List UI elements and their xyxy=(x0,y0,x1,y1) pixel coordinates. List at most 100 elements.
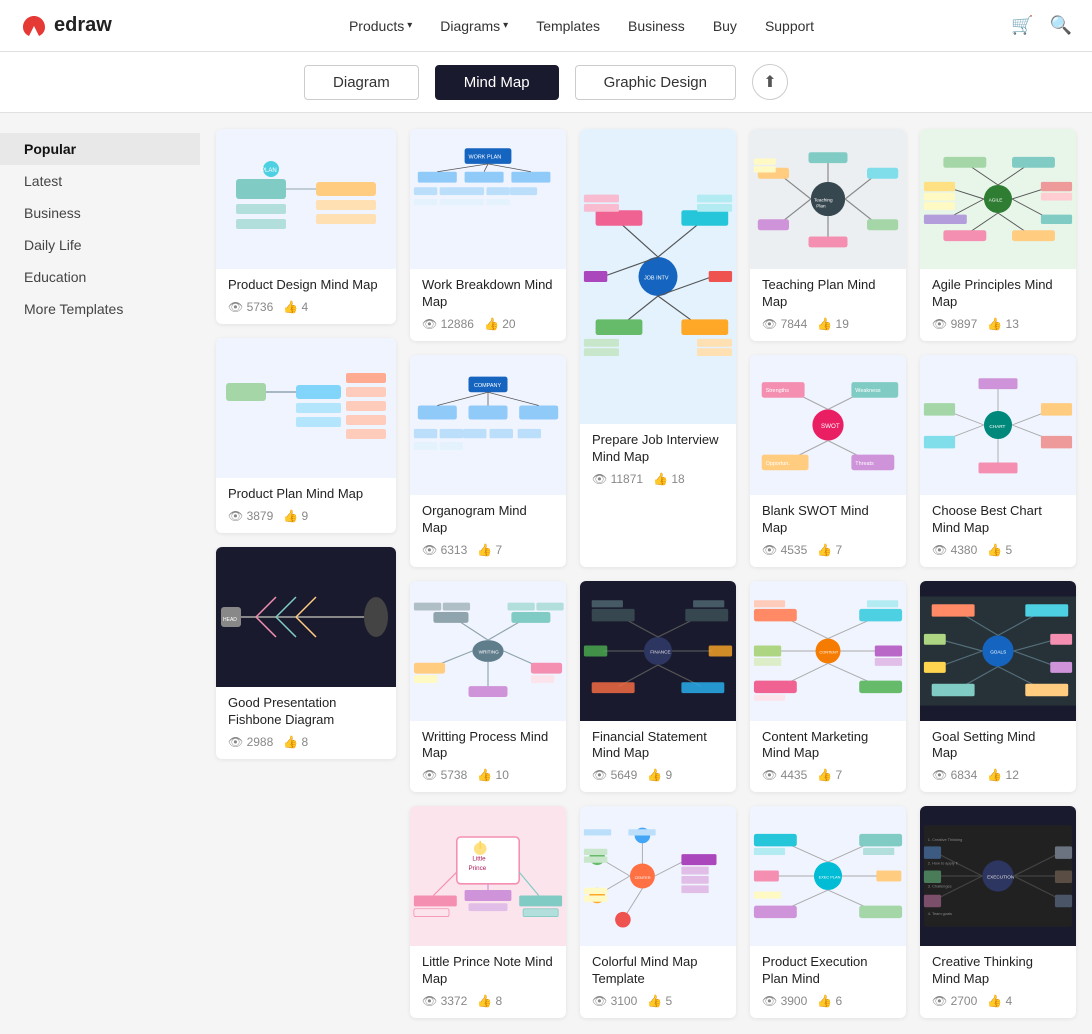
template-product-design[interactable]: PLAN Product Design Mind Map 👁 5736 👍 4 xyxy=(216,129,396,324)
card-info-financial-statement: Financial Statement Mind Map 👁 5649 👍 9 xyxy=(580,721,736,793)
sidebar-item-popular[interactable]: Popular xyxy=(0,133,200,165)
card-meta: 👁 2700 👍 4 xyxy=(932,994,1064,1008)
card-title: Creative Thinking Mind Map xyxy=(932,954,1064,988)
graphic-design-button[interactable]: Graphic Design xyxy=(575,65,736,100)
card-info-content-marketing: Content Marketing Mind Map 👁 4435 👍 7 xyxy=(750,721,906,793)
card-title: Prepare Job Interview Mind Map xyxy=(592,432,724,466)
likes-icon: 👍 7 xyxy=(477,543,502,557)
card-meta: 👁 9897 👍 13 xyxy=(932,317,1064,331)
svg-text:CHART: CHART xyxy=(989,424,1005,429)
nav-business[interactable]: Business xyxy=(628,18,685,34)
card-thumb-teaching-plan: Teaching Plan xyxy=(750,129,906,269)
views-icon: 👁 3372 xyxy=(422,994,467,1008)
views-icon: 👁 3900 xyxy=(762,994,807,1008)
card-title: Product Execution Plan Mind xyxy=(762,954,894,988)
card-meta: 👁 3900 👍 6 xyxy=(762,994,894,1008)
svg-text:2. How to apply it: 2. How to apply it xyxy=(928,861,959,866)
card-title: Agile Principles Mind Map xyxy=(932,277,1064,311)
svg-text:CENTER: CENTER xyxy=(635,875,651,880)
sidebar-item-business[interactable]: Business xyxy=(0,197,200,229)
search-icon[interactable]: 🔍 xyxy=(1050,15,1072,36)
card-thumb-product-design: PLAN xyxy=(216,129,396,269)
nav-diagrams[interactable]: Diagrams ▾ xyxy=(440,18,508,34)
sidebar-item-latest[interactable]: Latest xyxy=(0,165,200,197)
toolbar: Diagram Mind Map Graphic Design ⬆ xyxy=(0,52,1092,113)
likes-icon: 👍 19 xyxy=(817,317,849,331)
views-icon: 👁 6313 xyxy=(422,543,467,557)
views-icon: 👁 3100 xyxy=(592,994,637,1008)
likes-icon: 👍 10 xyxy=(477,768,509,782)
nav-buy[interactable]: Buy xyxy=(713,18,737,34)
likes-icon: 👍 4 xyxy=(283,300,308,314)
nav-templates[interactable]: Templates xyxy=(536,18,600,34)
template-financial-statement[interactable]: FINANCE xyxy=(580,581,736,793)
card-meta: 👁 6313 👍 7 xyxy=(422,543,554,557)
logo-text: edraw xyxy=(54,14,112,37)
cart-icon[interactable]: 🛒 xyxy=(1011,15,1033,36)
card-info-colorful-mind: Colorful Mind Map Template 👁 3100 👍 5 xyxy=(580,946,736,1018)
card-thumb-dark-mind: EXECUTION xyxy=(920,806,1076,946)
likes-icon: 👍 5 xyxy=(987,543,1012,557)
template-little-prince[interactable]: Little Prince xyxy=(410,806,566,1018)
template-content-marketing[interactable]: CONTENT xyxy=(750,581,906,793)
card-title: Colorful Mind Map Template xyxy=(592,954,724,988)
card-title: Work Breakdown Mind Map xyxy=(422,277,554,311)
template-colorful-mind[interactable]: CENTER xyxy=(580,806,736,1018)
mind-map-button[interactable]: Mind Map xyxy=(435,65,559,100)
upload-button[interactable]: ⬆ xyxy=(752,64,788,100)
card-info-dark-mind: Creative Thinking Mind Map 👁 2700 👍 4 xyxy=(920,946,1076,1018)
template-work-breakdown[interactable]: WORK PLAN xyxy=(410,129,566,341)
nav-support[interactable]: Support xyxy=(765,18,814,34)
card-title: Organogram Mind Map xyxy=(422,503,554,537)
card-thumb-blank-swot: SWOT Strengths Weakness Opportun. xyxy=(750,355,906,495)
views-icon: 👁 7844 xyxy=(762,317,807,331)
card-thumb-choose-best-chart: CHART xyxy=(920,355,1076,495)
chevron-down-icon: ▾ xyxy=(407,20,412,31)
template-product-execution[interactable]: EXEC PLAN xyxy=(750,806,906,1018)
main-content: PLAN Product Design Mind Map 👁 5736 👍 4 xyxy=(200,113,1092,1034)
svg-text:FINANCE: FINANCE xyxy=(650,649,670,654)
template-organogram[interactable]: COMPANY xyxy=(410,355,566,567)
card-info-work-breakdown: Work Breakdown Mind Map 👁 12886 👍 20 xyxy=(410,269,566,341)
nav-menu: Products ▾ Diagrams ▾ Templates Business… xyxy=(152,18,1011,34)
card-meta: 👁 11871 👍 18 xyxy=(592,472,724,486)
likes-icon: 👍 9 xyxy=(647,768,672,782)
card-meta: 👁 4380 👍 5 xyxy=(932,543,1064,557)
template-teaching-plan[interactable]: Teaching Plan xyxy=(750,129,906,341)
likes-icon: 👍 4 xyxy=(987,994,1012,1008)
template-prepare-job[interactable]: JOB INTV xyxy=(580,129,736,567)
card-thumb-writing-process: WRITING xyxy=(410,581,566,721)
template-goal-setting[interactable]: GOALS xyxy=(920,581,1076,793)
card-title: Blank SWOT Mind Map xyxy=(762,503,894,537)
card-meta: 👁 3879 👍 9 xyxy=(228,509,384,523)
template-fishbone[interactable]: HEAD Good Presentation Fishbone Diagram … xyxy=(216,547,396,759)
template-product-plan[interactable]: Product Plan Mind Map 👁 3879 👍 9 xyxy=(216,338,396,533)
card-title: Teaching Plan Mind Map xyxy=(762,277,894,311)
diagram-button[interactable]: Diagram xyxy=(304,65,419,100)
svg-text:HEAD: HEAD xyxy=(223,617,237,623)
logo[interactable]: edraw xyxy=(20,12,112,40)
svg-text:EXEC PLAN: EXEC PLAN xyxy=(819,875,841,880)
card-info-prepare-job: Prepare Job Interview Mind Map 👁 11871 👍… xyxy=(580,424,736,496)
sidebar-item-daily-life[interactable]: Daily Life xyxy=(0,229,200,261)
card-thumb-product-plan xyxy=(216,338,396,478)
template-blank-swot[interactable]: SWOT Strengths Weakness Opportun. xyxy=(750,355,906,567)
svg-text:4. Team goals: 4. Team goals xyxy=(928,911,952,916)
card-info-product-design: Product Design Mind Map 👁 5736 👍 4 xyxy=(216,269,396,324)
template-writing-process[interactable]: WRITING xyxy=(410,581,566,793)
card-info-little-prince: Little Prince Note Mind Map 👁 3372 👍 8 xyxy=(410,946,566,1018)
likes-icon: 👍 12 xyxy=(987,768,1019,782)
svg-text:JOB INTV: JOB INTV xyxy=(644,276,669,282)
card-meta: 👁 7844 👍 19 xyxy=(762,317,894,331)
sidebar-item-education[interactable]: Education xyxy=(0,261,200,293)
views-icon: 👁 5736 xyxy=(228,300,273,314)
card-meta: 👁 3372 👍 8 xyxy=(422,994,554,1008)
template-dark-mind[interactable]: EXECUTION xyxy=(920,806,1076,1018)
sidebar-item-more-templates[interactable]: More Templates xyxy=(0,293,200,325)
card-meta: 👁 5738 👍 10 xyxy=(422,768,554,782)
template-choose-best-chart[interactable]: CHART xyxy=(920,355,1076,567)
card-info-product-execution: Product Execution Plan Mind 👁 3900 👍 6 xyxy=(750,946,906,1018)
nav-products[interactable]: Products ▾ xyxy=(349,18,412,34)
views-icon: 👁 4380 xyxy=(932,543,977,557)
template-agile[interactable]: AGILE xyxy=(920,129,1076,341)
